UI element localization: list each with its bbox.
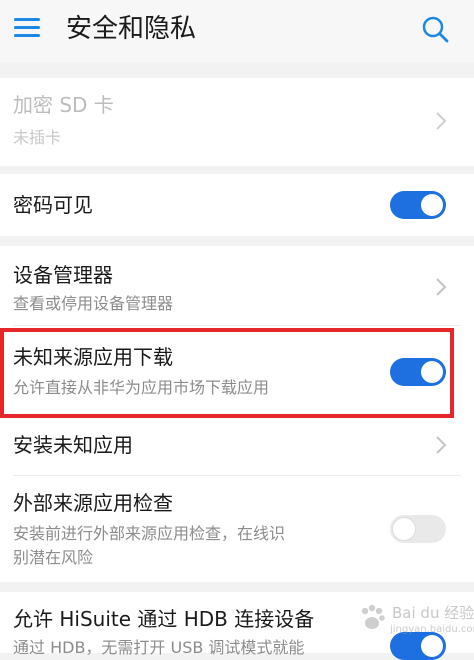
setting-install-unknown-apps[interactable]: 安装未知应用 — [0, 420, 474, 474]
watermark-subtext: jingyan.baidu.com — [390, 624, 474, 635]
search-icon[interactable] — [420, 14, 450, 44]
menu-icon[interactable] — [14, 17, 42, 39]
setting-title: 外部来源应用检查 — [13, 491, 173, 515]
setting-subtitle: 通过 HDB，无需打开 USB 调试模式就能 — [13, 638, 305, 657]
chevron-right-icon — [436, 436, 447, 454]
setting-title: 设备管理器 — [13, 263, 113, 287]
setting-device-manager[interactable]: 设备管理器 查看或停用设备管理器 — [0, 246, 474, 324]
setting-subtitle: 未插卡 — [13, 128, 62, 147]
setting-encrypt-sd[interactable]: 加密 SD 卡 未插卡 — [0, 78, 474, 166]
setting-password-visible[interactable]: 密码可见 — [0, 174, 474, 236]
external-app-check-toggle[interactable] — [390, 515, 446, 543]
password-visible-toggle[interactable] — [390, 191, 446, 219]
setting-title: 密码可见 — [13, 193, 93, 217]
setting-subtitle-line2: 别潜在风险 — [13, 548, 94, 567]
setting-subtitle: 查看或停用设备管理器 — [13, 294, 174, 313]
app-header: 安全和隐私 — [0, 0, 474, 62]
setting-title: 允许 HiSuite 通过 HDB 连接设备 — [13, 607, 315, 631]
baidu-watermark: Bai du 经验 jingyan.baidu.com — [352, 596, 474, 642]
watermark-text: Bai du 经验 — [392, 604, 474, 622]
setting-title: 安装未知应用 — [13, 433, 133, 457]
highlight-box — [0, 328, 454, 418]
setting-title: 加密 SD 卡 — [13, 93, 114, 117]
chevron-right-icon — [436, 278, 447, 296]
paw-icon — [361, 604, 385, 629]
divider — [13, 475, 461, 476]
setting-subtitle-line1: 安装前进行外部来源应用检查，在线识 — [13, 524, 286, 543]
chevron-right-icon — [436, 112, 447, 130]
divider — [13, 325, 461, 326]
setting-external-app-check[interactable]: 外部来源应用检查 安装前进行外部来源应用检查，在线识 别潜在风险 — [0, 478, 474, 582]
page-title: 安全和隐私 — [66, 14, 197, 44]
